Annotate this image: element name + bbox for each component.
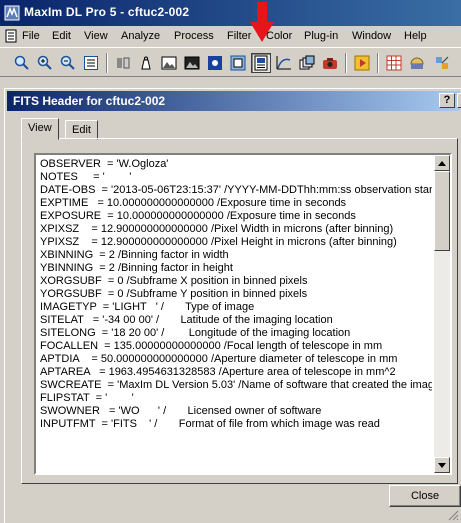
- menu-analyze[interactable]: Analyze: [121, 30, 160, 42]
- header-line: APTDIA = 50.000000000000000 /Aperture di…: [40, 353, 398, 365]
- header-line: XBINNING = 2 /Binning factor in width: [40, 249, 229, 261]
- header-line: SWOWNER = 'WO ' / Licensed owner of soft…: [40, 405, 322, 417]
- menu-window[interactable]: Window: [352, 30, 391, 42]
- close-button[interactable]: Close: [389, 485, 461, 507]
- image-icon[interactable]: [159, 53, 179, 73]
- header-line: SITELAT = '-34 00 00' / Latitude of the …: [40, 314, 333, 326]
- document-icon[interactable]: [4, 29, 18, 43]
- menu-edit[interactable]: Edit: [52, 30, 71, 42]
- camera-icon[interactable]: [320, 53, 340, 73]
- scrollbar-thumb[interactable]: [434, 171, 450, 251]
- header-line: EXPTIME = 10.000000000000000 /Exposure t…: [40, 197, 347, 209]
- header-line: FLIPSTAT = ' ': [40, 392, 134, 404]
- layers-icon[interactable]: [297, 53, 317, 73]
- fits-header-dialog: FITS Header for cftuc2-002 ? X View Edit…: [4, 88, 461, 523]
- menu-process[interactable]: Process: [174, 30, 214, 42]
- zoom-icon[interactable]: [12, 53, 32, 73]
- app-title: MaxIm DL Pro 5 - cftuc2-002: [24, 5, 190, 19]
- header-line: INPUTFMT = 'FITS ' / Format of file from…: [40, 418, 380, 430]
- scroll-down-icon[interactable]: [434, 457, 450, 473]
- close-window-button[interactable]: X: [457, 93, 461, 108]
- header-line: IMAGETYP = 'LIGHT ' / Type of image: [40, 301, 255, 313]
- vertical-scrollbar[interactable]: [434, 155, 450, 473]
- info-window-icon[interactable]: [81, 53, 101, 73]
- menu-filter[interactable]: Filter: [227, 30, 251, 42]
- maxim-logo-icon: [4, 5, 20, 21]
- weight-icon[interactable]: [136, 53, 156, 73]
- toolbar-separator: [345, 53, 347, 73]
- fits-header-icon[interactable]: [251, 53, 271, 73]
- app-title-bar: MaxIm DL Pro 5 - cftuc2-002: [0, 0, 461, 26]
- header-line: XORGSUBF = 0 /Subframe X position in bin…: [40, 275, 308, 287]
- header-line: SITELONG = '18 20 00' / Longitude of the…: [40, 327, 351, 339]
- menu-file[interactable]: File: [22, 30, 40, 42]
- header-line: FOCALLEN = 135.00000000000000 /Focal len…: [40, 340, 383, 352]
- zoom-in-icon[interactable]: [35, 53, 55, 73]
- curve-icon[interactable]: [274, 53, 294, 73]
- menu-plugin[interactable]: Plug-in: [304, 30, 338, 42]
- help-button[interactable]: ?: [439, 93, 455, 108]
- header-line: NOTES = ' ': [40, 171, 132, 183]
- dialog-title-bar: FITS Header for cftuc2-002 ? X: [7, 91, 461, 111]
- header-line: YORGSUBF = 0 /Subframe Y position in bin…: [40, 288, 308, 300]
- tab-edit[interactable]: Edit: [65, 120, 98, 140]
- dialog-title: FITS Header for cftuc2-002: [13, 94, 166, 108]
- size-grip-icon[interactable]: [447, 509, 459, 521]
- star-icon[interactable]: [205, 53, 225, 73]
- image-dark-icon[interactable]: [182, 53, 202, 73]
- observatory-alt-icon[interactable]: [432, 53, 452, 73]
- tab-view[interactable]: View: [21, 118, 59, 140]
- frame-icon[interactable]: [228, 53, 248, 73]
- header-lines: OBSERVER = 'W.Ogloza' NOTES = ' ' DATE-OBS…: [40, 158, 432, 431]
- toolbar: [0, 47, 461, 77]
- menu-view[interactable]: View: [84, 30, 108, 42]
- header-line: APTAREA = 1963.4954631328583 /Aperture a…: [40, 366, 396, 378]
- annotation-arrow: [250, 2, 274, 42]
- header-line: XPIXSZ = 12.900000000000000 /Pixel Width…: [40, 223, 394, 235]
- menu-help[interactable]: Help: [404, 30, 427, 42]
- zoom-out-icon[interactable]: [58, 53, 78, 73]
- header-line: DATE-OBS = '2013-05-06T23:15:37' /YYYY-M…: [40, 184, 432, 196]
- header-line: EXPOSURE = 10.000000000000000 /Exposure …: [40, 210, 356, 222]
- grid-icon[interactable]: [384, 53, 404, 73]
- play-icon[interactable]: [352, 53, 372, 73]
- toolbar-separator: [377, 53, 379, 73]
- header-line: YPIXSZ = 12.900000000000000 /Pixel Heigh…: [40, 236, 397, 248]
- header-line: YBINNING = 2 /Binning factor in height: [40, 262, 233, 274]
- fits-header-textarea[interactable]: OBSERVER = 'W.Ogloza' NOTES = ' ' DATE-OBS…: [34, 153, 452, 475]
- header-line: SWCREATE = 'MaxIm DL Version 5.03' /Name…: [40, 379, 432, 391]
- scroll-up-icon[interactable]: [434, 155, 450, 171]
- observatory-icon[interactable]: [407, 53, 427, 73]
- menu-bar: File Edit View Analyze Process Filter Co…: [0, 26, 461, 46]
- toolbar-separator: [106, 53, 108, 73]
- split-icon[interactable]: [113, 53, 133, 73]
- tab-panel-view: OBSERVER = 'W.Ogloza' NOTES = ' ' DATE-OBS…: [21, 138, 458, 484]
- header-line: OBSERVER = 'W.Ogloza': [40, 158, 169, 170]
